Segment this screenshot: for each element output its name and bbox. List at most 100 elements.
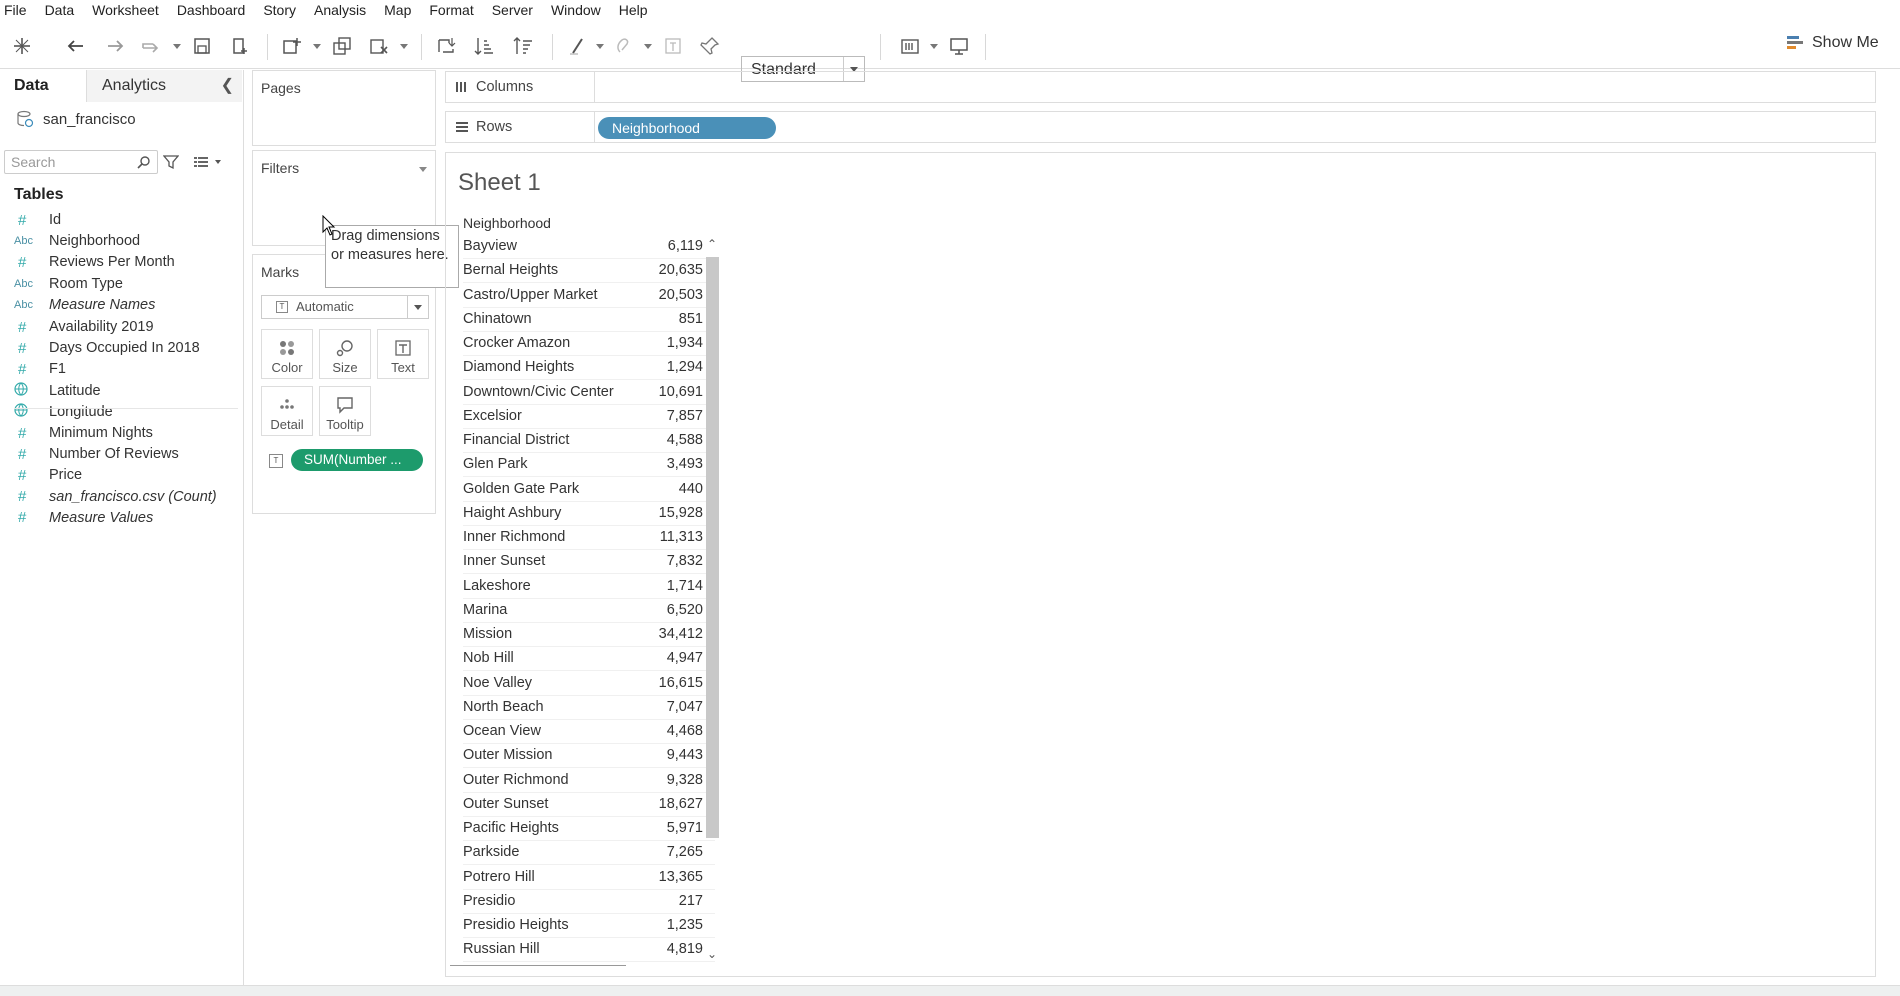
field-item[interactable]: Abc Measure Names (14, 293, 155, 317)
swap-rows-columns-icon[interactable] (434, 34, 458, 58)
chevron-down-icon[interactable] (407, 296, 428, 318)
field-item[interactable]: # Measure Values (14, 506, 153, 530)
columns-shelf[interactable]: Columns (445, 71, 1876, 103)
table-row[interactable]: Haight Ashbury 15,928 (463, 502, 715, 526)
filters-dropdown-icon[interactable] (419, 167, 427, 172)
table-row[interactable]: Inner Richmond 11,313 (463, 526, 715, 550)
show-me-button[interactable]: Show Me (1786, 34, 1879, 52)
table-row[interactable]: Excelsior 7,857 (463, 405, 715, 429)
collapse-pane-icon[interactable]: ❮ (221, 70, 234, 102)
detail-label: Detail (270, 417, 304, 432)
highlight-dropdown-icon[interactable] (596, 44, 604, 49)
neighborhood-label: Financial District (463, 432, 570, 448)
table-row[interactable]: Presidio 217 (463, 890, 715, 914)
sum-value: 851 (678, 310, 703, 327)
table-row[interactable]: Noe Valley 16,615 (463, 672, 715, 696)
table-row[interactable]: Nob Hill 4,947 (463, 647, 715, 672)
detail-button[interactable]: Detail (261, 386, 313, 436)
clear-sheet-icon[interactable] (367, 34, 391, 58)
table-row[interactable]: Glen Park 3,493 (463, 453, 715, 478)
table-row[interactable]: Pacific Heights 5,971 (463, 817, 715, 841)
sheet-title[interactable]: Sheet 1 (458, 169, 541, 197)
show-mark-labels-icon[interactable] (661, 34, 685, 58)
tableau-logo-icon[interactable] (10, 34, 34, 58)
mark-type-select[interactable]: T Automatic (261, 295, 429, 319)
new-worksheet-icon[interactable] (280, 34, 304, 58)
menu-analysis[interactable]: Analysis (314, 0, 374, 20)
table-row[interactable]: Outer Richmond 9,328 (463, 769, 715, 793)
table-row[interactable]: Inner Sunset 7,832 (463, 550, 715, 575)
redo-icon[interactable] (103, 34, 127, 58)
scroll-down-icon[interactable]: ⌄ (707, 947, 717, 961)
duplicate-sheet-icon[interactable] (330, 34, 354, 58)
menu-map[interactable]: Map (384, 0, 419, 20)
text-encoding-icon[interactable]: T (269, 454, 283, 468)
menu-story[interactable]: Story (263, 0, 304, 20)
table-row[interactable]: Crocker Amazon 1,934 (463, 332, 715, 356)
tooltip-button[interactable]: Tooltip (319, 386, 371, 436)
table-row[interactable]: Bayview 6,119 (463, 235, 715, 259)
neighborhood-column-header[interactable]: Neighborhood (463, 215, 551, 231)
view-options-icon[interactable] (193, 154, 223, 170)
pin-axis-icon[interactable] (698, 34, 722, 58)
menu-window[interactable]: Window (551, 0, 609, 20)
datasource-item[interactable]: san_francisco (16, 110, 136, 128)
vertical-scrollbar[interactable]: ⌃ ⌄ (704, 235, 720, 965)
clear-sheet-dropdown-icon[interactable] (400, 44, 408, 49)
table-row[interactable]: Diamond Heights 1,294 (463, 356, 715, 381)
undo-icon[interactable] (64, 34, 88, 58)
table-row[interactable]: Potrero Hill 13,365 (463, 866, 715, 890)
text-button[interactable]: Text (377, 329, 429, 379)
show-cards-icon[interactable] (898, 34, 922, 58)
table-row[interactable]: Chinatown 851 (463, 308, 715, 332)
group-dropdown-icon[interactable] (644, 44, 652, 49)
sort-descending-icon[interactable] (511, 34, 535, 58)
table-row[interactable]: Bernal Heights 20,635 (463, 259, 715, 284)
tab-data[interactable]: Data (14, 70, 49, 102)
menu-data[interactable]: Data (45, 0, 83, 20)
table-row[interactable]: Outer Sunset 18,627 (463, 793, 715, 817)
sum-measure-pill[interactable]: SUM(Number ... (291, 449, 423, 471)
new-worksheet-dropdown-icon[interactable] (313, 44, 321, 49)
rows-shelf[interactable]: Rows Neighborhood (445, 111, 1876, 143)
menu-worksheet[interactable]: Worksheet (92, 0, 167, 20)
menu-server[interactable]: Server (492, 0, 541, 20)
table-row[interactable]: Castro/Upper Market 20,503 (463, 284, 715, 308)
add-data-source-icon[interactable] (228, 34, 252, 58)
table-row[interactable]: Financial District 4,588 (463, 429, 715, 453)
replay-icon[interactable] (139, 34, 163, 58)
tab-analytics[interactable]: Analytics ❮ (86, 70, 242, 102)
measure-type-icon: # (18, 211, 27, 229)
highlight-icon[interactable] (566, 34, 590, 58)
pages-card[interactable]: Pages (252, 70, 436, 146)
neighborhood-label: Potrero Hill (463, 868, 535, 885)
sort-ascending-icon[interactable] (472, 34, 496, 58)
table-row[interactable]: Outer Mission 9,443 (463, 744, 715, 769)
menu-help[interactable]: Help (619, 0, 656, 20)
table-row[interactable]: Mission 34,412 (463, 623, 715, 647)
table-row[interactable]: Lakeshore 1,714 (463, 575, 715, 599)
group-members-icon[interactable] (611, 34, 635, 58)
save-icon[interactable] (190, 34, 214, 58)
color-button[interactable]: Color (261, 329, 313, 379)
table-row[interactable]: Golden Gate Park 440 (463, 478, 715, 502)
table-row[interactable]: Russian Hill 4,819 (463, 938, 715, 963)
menu-format[interactable]: Format (429, 0, 481, 20)
replay-dropdown-icon[interactable] (173, 44, 181, 49)
table-row[interactable]: Downtown/Civic Center 10,691 (463, 381, 715, 405)
presentation-mode-icon[interactable] (947, 34, 971, 58)
table-row[interactable]: Presidio Heights 1,235 (463, 914, 715, 938)
table-row[interactable]: Marina 6,520 (463, 599, 715, 623)
neighborhood-dimension-pill[interactable]: Neighborhood (598, 117, 776, 139)
menu-dashboard[interactable]: Dashboard (177, 0, 254, 20)
filter-fields-icon[interactable] (163, 154, 179, 170)
table-row[interactable]: Parkside 7,265 (463, 841, 715, 866)
table-row[interactable]: North Beach 7,047 (463, 696, 715, 720)
search-input[interactable]: Search (4, 150, 158, 174)
scroll-up-icon[interactable]: ⌃ (707, 237, 717, 251)
scroll-thumb[interactable] (706, 257, 719, 838)
size-button[interactable]: Size (319, 329, 371, 379)
menu-file[interactable]: File (4, 0, 35, 20)
show-cards-dropdown-icon[interactable] (930, 44, 938, 49)
table-row[interactable]: Ocean View 4,468 (463, 720, 715, 744)
